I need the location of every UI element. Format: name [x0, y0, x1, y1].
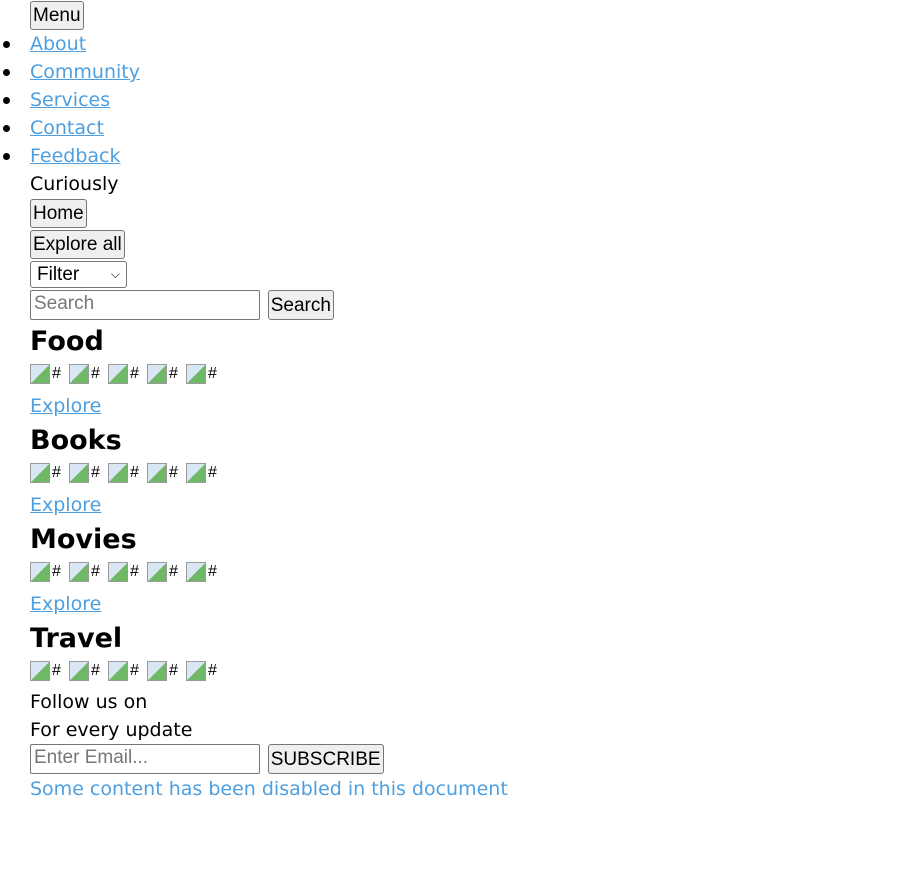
subscribe-button[interactable]: SUBSCRIBE	[267, 744, 384, 774]
broken-image-icon: #	[186, 560, 222, 584]
bullet-icon	[3, 125, 10, 132]
broken-image-icon: #	[186, 461, 222, 485]
explore-link-food[interactable]: Explore	[30, 395, 101, 417]
broken-image-icon: #	[186, 362, 222, 386]
nav-link-services[interactable]: Services	[30, 89, 110, 111]
nav-item-contact: Contact	[3, 114, 910, 142]
broken-image-icon: #	[147, 461, 183, 485]
nav-item-about: About	[3, 30, 910, 58]
follow-text: Follow us on	[30, 691, 148, 713]
footer: Follow us on For every update Enter Emai…	[30, 688, 910, 804]
nav-item-feedback: Feedback	[3, 142, 910, 170]
section-travel: Travel # # # # #	[30, 622, 910, 686]
bullet-icon	[3, 69, 10, 76]
disabled-content-notice: Some content has been disabled in this d…	[30, 778, 508, 800]
page: Menu About Community Services Contact Fe…	[3, 1, 910, 804]
update-text: For every update	[30, 719, 193, 741]
search-button[interactable]: Search	[267, 290, 334, 320]
section-title: Books	[30, 425, 122, 456]
chevron-down-icon: ⌵	[110, 267, 120, 281]
image-row: # # # # #	[30, 359, 910, 389]
brand-name: Curiously	[30, 173, 119, 195]
broken-image-icon: #	[147, 560, 183, 584]
subscribe-row: Enter Email... SUBSCRIBE	[30, 744, 910, 774]
menu-button[interactable]: Menu	[30, 1, 84, 30]
nav-list: About Community Services Contact Feedbac…	[3, 30, 910, 170]
filter-select[interactable]: Filter ⌵	[30, 261, 127, 288]
section-title: Travel	[30, 623, 123, 654]
explore-link-movies[interactable]: Explore	[30, 593, 101, 615]
bullet-icon	[3, 97, 10, 104]
explore-all-row: Explore all	[30, 230, 910, 259]
broken-image-icon: #	[186, 659, 222, 683]
bullet-icon	[3, 41, 10, 48]
broken-image-icon: #	[108, 659, 144, 683]
broken-image-icon: #	[108, 362, 144, 386]
broken-image-icon: #	[147, 659, 183, 683]
section-title: Movies	[30, 524, 137, 555]
image-row: # # # # #	[30, 656, 910, 686]
explore-all-button[interactable]: Explore all	[30, 230, 125, 259]
nav-link-feedback[interactable]: Feedback	[30, 145, 120, 167]
image-row: # # # # #	[30, 557, 910, 587]
nav-link-contact[interactable]: Contact	[30, 117, 104, 139]
section-title: Food	[30, 326, 104, 357]
search-input[interactable]: Search	[30, 290, 260, 320]
nav-link-about[interactable]: About	[30, 33, 86, 55]
broken-image-icon: #	[147, 362, 183, 386]
broken-image-icon: #	[30, 659, 66, 683]
filter-selected-value: Filter	[37, 263, 80, 285]
broken-image-icon: #	[30, 362, 66, 386]
broken-image-icon: #	[30, 461, 66, 485]
broken-image-icon: #	[108, 560, 144, 584]
broken-image-icon: #	[108, 461, 144, 485]
section-movies: Movies # # # # # Explore	[30, 523, 910, 622]
header: Menu	[30, 1, 910, 30]
explore-link-books[interactable]: Explore	[30, 494, 101, 516]
broken-image-icon: #	[69, 659, 105, 683]
broken-image-icon: #	[69, 461, 105, 485]
nav-item-community: Community	[3, 58, 910, 86]
section-food: Food # # # # # Explore	[30, 325, 910, 424]
section-books: Books # # # # # Explore	[30, 424, 910, 523]
broken-image-icon: #	[69, 362, 105, 386]
nav-item-services: Services	[3, 86, 910, 114]
filter-row: Filter ⌵	[30, 261, 910, 288]
email-input[interactable]: Enter Email...	[30, 744, 260, 774]
bullet-icon	[3, 153, 10, 160]
broken-image-icon: #	[30, 560, 66, 584]
broken-image-icon: #	[69, 560, 105, 584]
search-row: Search Search	[30, 290, 910, 320]
image-row: # # # # #	[30, 458, 910, 488]
home-button[interactable]: Home	[30, 199, 87, 228]
home-row: Home	[30, 199, 910, 228]
nav-link-community[interactable]: Community	[30, 61, 140, 83]
